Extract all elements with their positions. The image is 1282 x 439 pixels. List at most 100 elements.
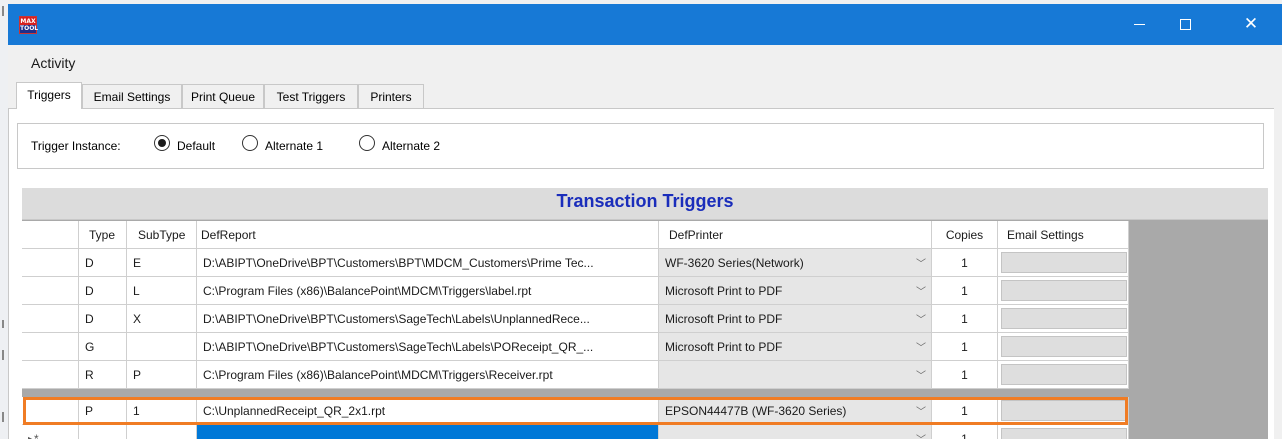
cell-copies[interactable]: 1 [932,361,998,389]
close-button[interactable]: ✕ [1228,4,1274,45]
cell-email-settings[interactable] [998,277,1129,305]
radio-default[interactable] [154,135,170,151]
grid-caption-bar: Transaction Triggers [22,188,1268,220]
cell-email-settings[interactable] [998,425,1129,439]
tab-test-triggers[interactable]: Test Triggers [264,84,358,108]
email-settings-button[interactable] [1001,400,1127,421]
app-logo-icon: MAX TOOL [19,16,39,34]
row-header[interactable] [22,249,79,277]
cell-subtype[interactable]: X [127,305,197,333]
cell-subtype[interactable]: E [127,249,197,277]
row-header[interactable] [22,277,79,305]
email-settings-button[interactable] [1001,336,1127,357]
cell-email-settings[interactable] [998,397,1129,425]
tab-print-queue[interactable]: Print Queue [182,84,264,108]
email-settings-button[interactable] [1001,428,1127,439]
app-logo-text: MAX TOOL [20,18,39,32]
cell-subtype[interactable]: 1 [127,397,197,425]
email-settings-button[interactable] [1001,252,1127,273]
cell-subtype[interactable]: P [127,361,197,389]
cell-type[interactable]: D [79,249,127,277]
cell-email-settings[interactable] [998,361,1129,389]
transaction-triggers-grid: Transaction Triggers Type SubType DefRep… [22,188,1268,439]
radio-alternate-2-label[interactable]: Alternate 2 [382,139,440,153]
cell-defreport[interactable]: C:\UnplannedReceipt_QR_2x1.rpt [197,397,659,425]
column-header-subtype[interactable]: SubType [127,221,197,249]
maximize-button[interactable] [1162,4,1208,45]
cell-defprinter-dropdown[interactable]: ﹀ [659,361,932,389]
cell-type[interactable]: D [79,305,127,333]
chevron-down-icon[interactable]: ﹀ [911,249,931,276]
cell-email-settings[interactable] [998,333,1129,361]
cell-subtype[interactable] [127,425,197,439]
cell-defreport[interactable]: D:\ABIPT\OneDrive\BPT\Customers\BPT\MDCM… [197,249,659,277]
cell-copies[interactable]: 1 [932,397,998,425]
cell-type[interactable]: G [79,333,127,361]
radio-alternate-1[interactable] [242,135,258,151]
row-header[interactable] [22,397,79,425]
radio-default-label[interactable]: Default [177,139,215,153]
cell-defprinter-dropdown[interactable]: Microsoft Print to PDF ﹀ [659,333,932,361]
grid-title: Transaction Triggers [556,191,734,211]
menu-activity[interactable]: Activity [31,55,75,71]
cell-defreport-selected[interactable] [197,425,659,439]
column-header-defprinter[interactable]: DefPrinter [659,221,932,249]
cell-defprinter-dropdown[interactable]: ﹀ [659,425,932,439]
cell-email-settings[interactable] [998,305,1129,333]
edge-mark [2,412,4,422]
cell-subtype[interactable]: L [127,277,197,305]
column-header-type[interactable]: Type [79,221,127,249]
trigger-instance-group: Trigger Instance: Default Alternate 1 Al… [17,123,1264,169]
cell-defreport[interactable]: D:\ABIPT\OneDrive\BPT\Customers\SageTech… [197,305,659,333]
radio-alternate-2[interactable] [359,135,375,151]
edge-mark [2,350,4,360]
cell-defprinter-value: WF-3620 Series(Network) [665,256,804,270]
tab-email-settings[interactable]: Email Settings [82,84,182,108]
column-header-defreport[interactable]: DefReport [197,221,659,249]
chevron-down-icon[interactable]: ﹀ [911,425,931,439]
cell-copies[interactable]: 1 [932,277,998,305]
cell-defprinter-value: Microsoft Print to PDF [665,284,783,298]
email-settings-button[interactable] [1001,364,1127,385]
cell-defreport[interactable]: C:\Program Files (x86)\BalancePoint\MDCM… [197,361,659,389]
chevron-down-icon[interactable]: ﹀ [911,333,931,360]
chevron-down-icon[interactable]: ﹀ [911,397,931,424]
row-header[interactable] [22,361,79,389]
cell-defprinter-value: EPSON44477B (WF-3620 Series) [665,404,847,418]
email-settings-button[interactable] [1001,280,1127,301]
new-row-indicator[interactable]: ▸* [22,425,79,439]
minimize-button[interactable] [1116,4,1162,45]
tab-triggers[interactable]: Triggers [16,82,82,109]
menu-bar: Activity [8,45,1282,78]
column-header-email-settings[interactable]: Email Settings [998,221,1129,249]
cell-copies[interactable]: 1 [932,425,998,439]
cell-defprinter-dropdown[interactable]: Microsoft Print to PDF ﹀ [659,277,932,305]
cell-type[interactable]: P [79,397,127,425]
chevron-down-icon[interactable]: ﹀ [911,305,931,332]
cell-type[interactable] [79,425,127,439]
cell-defprinter-value: Microsoft Print to PDF [665,340,783,354]
row-header[interactable] [22,305,79,333]
cell-type[interactable]: D [79,277,127,305]
cell-copies[interactable]: 1 [932,305,998,333]
cell-type[interactable]: R [79,361,127,389]
cell-email-settings[interactable] [998,249,1129,277]
cell-defprinter-dropdown[interactable]: WF-3620 Series(Network) ﹀ [659,249,932,277]
cell-subtype[interactable] [127,333,197,361]
minimize-icon [1133,24,1145,25]
radio-alternate-1-label[interactable]: Alternate 1 [265,139,323,153]
cell-defreport[interactable]: D:\ABIPT\OneDrive\BPT\Customers\SageTech… [197,333,659,361]
cell-defprinter-value: Microsoft Print to PDF [665,312,783,326]
column-header-copies[interactable]: Copies [932,221,998,249]
cell-defprinter-dropdown[interactable]: Microsoft Print to PDF ﹀ [659,305,932,333]
cell-copies[interactable]: 1 [932,249,998,277]
email-settings-button[interactable] [1001,308,1127,329]
tab-printers[interactable]: Printers [358,84,424,108]
cell-defreport[interactable]: C:\Program Files (x86)\BalancePoint\MDCM… [197,277,659,305]
title-bar[interactable]: MAX TOOL ✕ [8,4,1282,45]
cell-defprinter-dropdown[interactable]: EPSON44477B (WF-3620 Series) ﹀ [659,397,932,425]
row-header[interactable] [22,333,79,361]
chevron-down-icon[interactable]: ﹀ [911,361,931,388]
chevron-down-icon[interactable]: ﹀ [911,277,931,304]
cell-copies[interactable]: 1 [932,333,998,361]
